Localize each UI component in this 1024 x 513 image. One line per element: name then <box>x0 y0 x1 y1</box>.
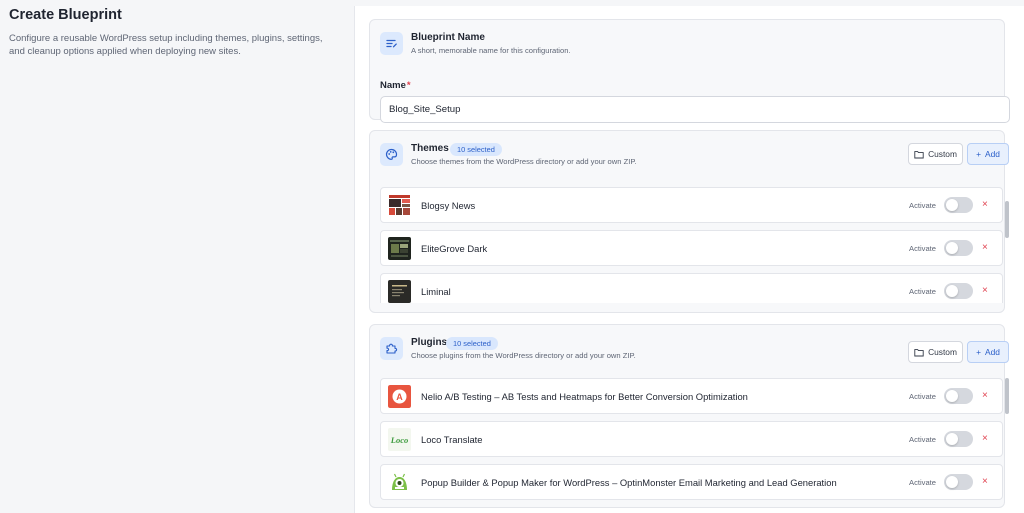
folder-icon <box>914 150 924 158</box>
blueprint-form-panel: Blueprint Name A short, memorable name f… <box>354 6 1024 513</box>
plugin-name: Popup Builder & Popup Maker for WordPres… <box>421 477 837 488</box>
elitegrove-dark-thumbnail <box>388 237 411 260</box>
theme-name: EliteGrove Dark <box>421 243 488 254</box>
plugin-row: A Nelio A/B Testing – AB Tests and Heatm… <box>380 378 1003 414</box>
activate-label: Activate <box>909 244 937 253</box>
plugins-add-button[interactable]: + Add <box>967 341 1009 363</box>
plugins-list: A Nelio A/B Testing – AB Tests and Heatm… <box>380 376 1010 502</box>
themes-subtitle: Choose themes from the WordPress directo… <box>411 157 637 166</box>
plugin-row: Popup Builder & Popup Maker for WordPres… <box>380 464 1003 500</box>
theme-name: Liminal <box>421 286 451 297</box>
toggle-knob <box>946 390 958 402</box>
activate-toggle[interactable] <box>944 431 973 447</box>
remove-plugin-button[interactable]: × <box>982 475 988 489</box>
blueprint-name-header: Blueprint Name A short, memorable name f… <box>380 30 994 60</box>
plugins-custom-button[interactable]: Custom <box>908 341 963 363</box>
themes-scrollbar[interactable] <box>1005 201 1009 238</box>
themes-title: Themes <box>411 143 449 154</box>
svg-text:A: A <box>396 392 403 402</box>
plugins-custom-label: Custom <box>928 347 957 357</box>
name-field-label: Name* <box>380 80 411 91</box>
required-marker: * <box>406 80 411 91</box>
plugins-header: Plugins 10 selected Choose plugins from … <box>380 335 1009 365</box>
plugins-selected-badge: 10 selected <box>446 337 498 350</box>
toggle-knob <box>946 433 958 445</box>
svg-text:Loco: Loco <box>390 435 408 445</box>
activate-toggle[interactable] <box>944 240 973 256</box>
blueprint-name-input[interactable] <box>380 96 1010 123</box>
toggle-knob <box>946 285 958 297</box>
blueprint-name-subtitle: A short, memorable name for this configu… <box>411 46 571 55</box>
remove-plugin-button[interactable]: × <box>982 389 988 403</box>
activate-label: Activate <box>909 287 937 296</box>
activate-label: Activate <box>909 478 937 487</box>
text-lines-icon <box>380 32 403 55</box>
toggle-knob <box>946 199 958 211</box>
activate-toggle[interactable] <box>944 388 973 404</box>
theme-name: Blogsy News <box>421 200 476 211</box>
themes-add-button[interactable]: + Add <box>967 143 1009 165</box>
theme-row: Liminal Activate × <box>380 273 1003 303</box>
themes-card: Themes 10 selected Choose themes from th… <box>369 130 1009 313</box>
folder-icon <box>914 348 924 356</box>
remove-theme-button[interactable]: × <box>982 284 988 298</box>
toggle-knob <box>946 242 958 254</box>
plugins-scrollbar[interactable] <box>1005 378 1009 414</box>
loco-logo: Loco <box>388 428 411 451</box>
theme-row: EliteGrove Dark Activate × <box>380 230 1003 266</box>
theme-row: Blogsy News Activate × <box>380 187 1003 223</box>
activate-label: Activate <box>909 435 937 444</box>
page-title: Create Blueprint <box>9 7 122 23</box>
themes-custom-button[interactable]: Custom <box>908 143 963 165</box>
blueprint-name-title: Blueprint Name <box>411 32 485 43</box>
activate-label: Activate <box>909 392 937 401</box>
themes-selected-badge: 10 selected <box>450 143 502 156</box>
remove-theme-button[interactable]: × <box>982 198 988 212</box>
nelio-logo: A <box>388 385 411 408</box>
plugin-row: Loco Loco Translate Activate × <box>380 421 1003 457</box>
activate-toggle[interactable] <box>944 197 973 213</box>
page-intro: Create Blueprint Configure a reusable Wo… <box>9 7 339 58</box>
plugin-name: Nelio A/B Testing – AB Tests and Heatmap… <box>421 391 748 402</box>
themes-list: Blogsy News Activate × EliteGrove Dark A… <box>380 181 1010 303</box>
plus-icon: + <box>976 149 981 159</box>
toggle-knob <box>946 476 958 488</box>
activate-toggle[interactable] <box>944 474 973 490</box>
plugins-title: Plugins <box>411 337 448 348</box>
plugins-add-label: Add <box>985 347 1000 357</box>
activate-toggle[interactable] <box>944 283 973 299</box>
palette-icon <box>380 143 403 166</box>
page-description: Configure a reusable WordPress setup inc… <box>9 33 323 57</box>
themes-header: Themes 10 selected Choose themes from th… <box>380 141 1009 171</box>
plugins-card: Plugins 10 selected Choose plugins from … <box>369 324 1009 508</box>
remove-plugin-button[interactable]: × <box>982 432 988 446</box>
blueprint-name-card: Blueprint Name A short, memorable name f… <box>369 19 1010 123</box>
plus-icon: + <box>976 347 981 357</box>
plugins-subtitle: Choose plugins from the WordPress direct… <box>411 351 636 360</box>
themes-add-label: Add <box>985 149 1000 159</box>
optinmonster-logo <box>388 471 411 494</box>
blogsy-news-thumbnail <box>388 194 411 217</box>
remove-theme-button[interactable]: × <box>982 241 988 255</box>
activate-label: Activate <box>909 201 937 210</box>
puzzle-icon <box>380 337 403 360</box>
liminal-thumbnail <box>388 280 411 303</box>
name-label-text: Name <box>380 80 406 91</box>
themes-custom-label: Custom <box>928 149 957 159</box>
plugin-name: Loco Translate <box>421 434 483 445</box>
